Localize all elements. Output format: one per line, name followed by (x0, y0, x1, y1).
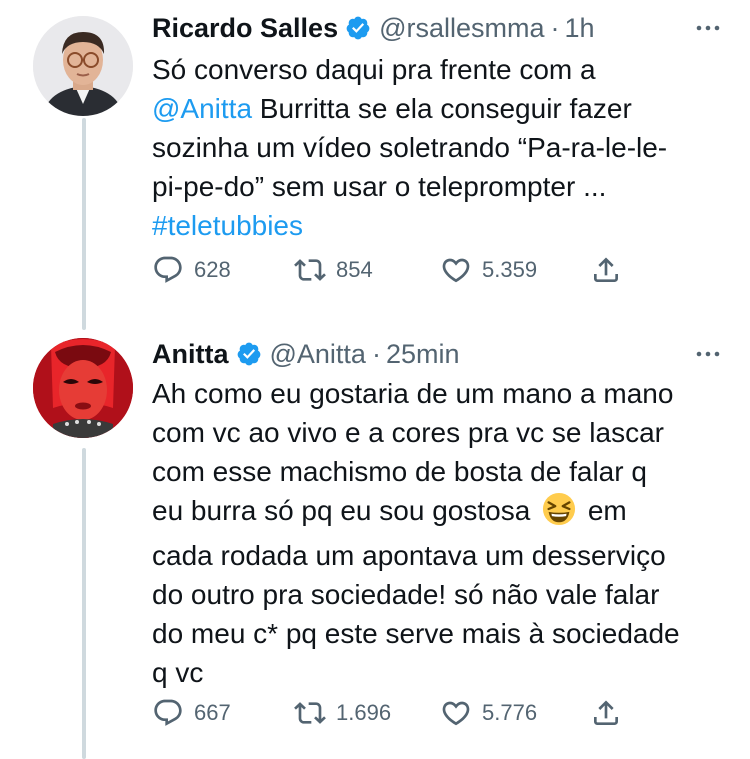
tweet-text-segment: eu burra só pq eu sou gostosa (152, 495, 539, 526)
separator-dot: · (550, 12, 560, 43)
tweet-text-line: pi-pe-do” sem usar o teleprompter ... (152, 171, 607, 202)
red-stylized-face-avatar (33, 338, 133, 438)
like-count: 5.776 (482, 700, 538, 725)
like-count: 5.359 (482, 257, 538, 282)
retweet-icon (294, 702, 326, 724)
laughing-squint-emoji (542, 492, 576, 536)
avatar-ricardo-salles[interactable] (33, 16, 133, 116)
tweet-text: Ah como eu gostaria de um mano a mano com… (152, 374, 726, 692)
heart-icon (442, 701, 470, 726)
share-button[interactable] (590, 254, 622, 286)
tweet-text-line: sozinha um vídeo soletrando “Pa-ra-le-le… (152, 132, 668, 163)
mention-link[interactable]: @Anitta (152, 93, 252, 124)
separator-dot: · (371, 338, 381, 369)
reply-button[interactable]: 667 (152, 697, 294, 729)
thread-line (82, 448, 86, 759)
tweet-text-line: cada rodada um apontava um desserviço (152, 540, 666, 571)
tweet-header: Anitta @Anitta · 25min (152, 334, 726, 374)
like-button[interactable]: 5.776 (440, 697, 590, 729)
tweet-text-line: com esse machismo de bosta de falar q (152, 456, 647, 487)
more-options-icon[interactable] (690, 8, 726, 48)
author-name[interactable]: Ricardo Salles (152, 13, 338, 44)
thread-line (82, 118, 86, 330)
person-with-glasses-avatar (33, 16, 133, 116)
share-icon (594, 257, 618, 282)
tweet-text-line: @Anitta Burritta se ela conseguir fazer (152, 89, 726, 128)
reply-icon (154, 256, 182, 283)
author-handle[interactable]: @rsallesmma (379, 13, 544, 44)
retweet-count: 1.696 (336, 700, 392, 725)
tweet-text-line: Ah como eu gostaria de um mano a mano (152, 378, 674, 409)
author-name[interactable]: Anitta (152, 339, 229, 370)
retweet-icon (294, 259, 326, 281)
tweet-time[interactable]: 1h (565, 13, 595, 44)
more-options-icon[interactable] (690, 334, 726, 374)
reply-icon (154, 699, 182, 726)
reply-button[interactable]: 628 (152, 254, 294, 286)
tweet-text-segment: Burritta se ela conseguir fazer (252, 93, 632, 124)
tweet-actions: 628 854 5.359 (152, 250, 622, 290)
author-handle[interactable]: @Anitta (270, 339, 366, 370)
retweet-button[interactable]: 1.696 (294, 697, 440, 729)
hashtag-link[interactable]: #teletubbies (152, 210, 303, 241)
share-button[interactable] (590, 697, 622, 729)
tweet-text-line: eu burra só pq eu sou gostosa em (152, 491, 726, 536)
tweet-text-line: do outro pra sociedade! só não vale fala… (152, 579, 660, 610)
tweet-text: Só converso daqui pra frente com a @Anitt… (152, 50, 726, 245)
tweet-time[interactable]: 25min (386, 339, 460, 370)
retweet-button[interactable]: 854 (294, 254, 440, 286)
reply-count: 628 (194, 257, 231, 282)
tweet-text-segment: em (580, 495, 627, 526)
tweet-text-line: q vc (152, 657, 204, 688)
avatar-anitta[interactable] (33, 338, 133, 438)
heart-icon (442, 258, 470, 283)
tweet-text-line: #teletubbies (152, 206, 726, 245)
reply-count: 667 (194, 700, 231, 725)
share-icon (594, 700, 618, 725)
verified-badge-icon (345, 15, 371, 41)
verified-badge-icon (236, 341, 262, 367)
tweet-ricardo-salles[interactable]: Ricardo Salles @rsallesmma · 1h Só conve… (0, 0, 750, 330)
retweet-count: 854 (336, 257, 373, 282)
tweet-anitta[interactable]: Anitta @Anitta · 25min Ah como eu gostar… (0, 330, 750, 759)
tweet-header: Ricardo Salles @rsallesmma · 1h (152, 8, 726, 48)
tweet-actions: 667 1.696 5.776 (152, 693, 622, 733)
like-button[interactable]: 5.359 (440, 254, 590, 286)
tweet-text-line: Só converso daqui pra frente com a (152, 54, 596, 85)
tweet-text-line: do meu c* pq este serve mais à sociedade (152, 618, 680, 649)
tweet-text-line: com vc ao vivo e a cores pra vc se lasca… (152, 417, 664, 448)
